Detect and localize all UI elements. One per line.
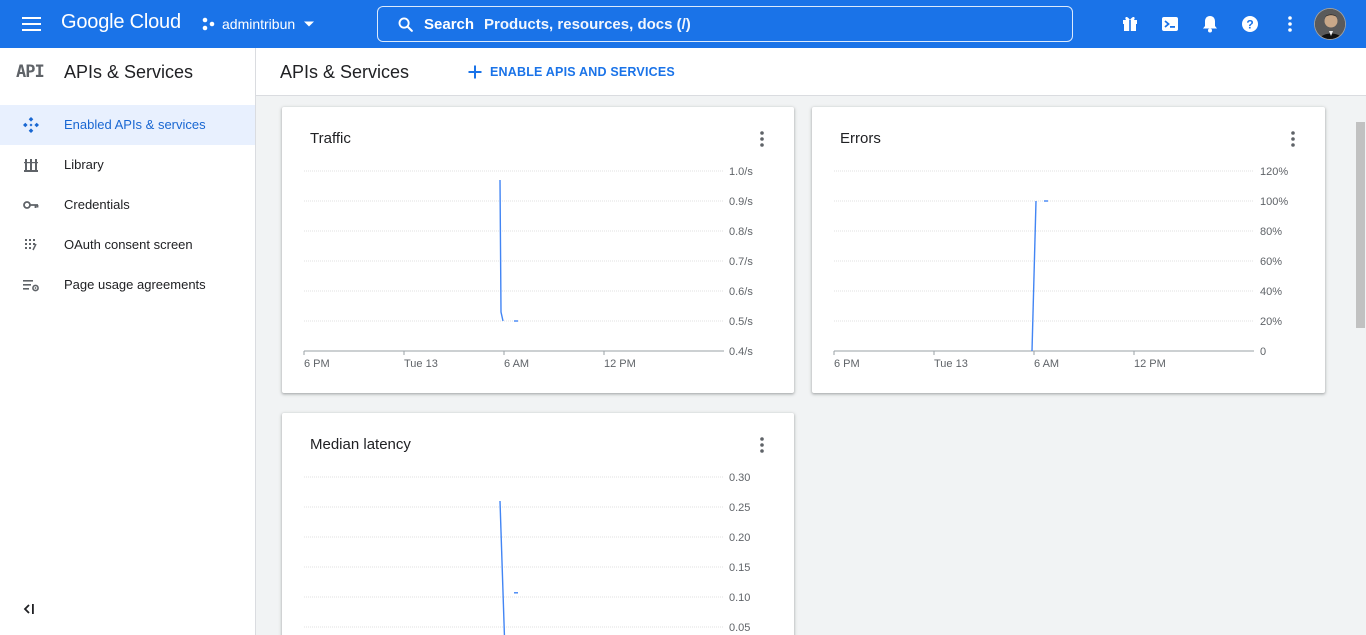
more-vert-icon[interactable] (1278, 12, 1302, 36)
y-tick-label: 0.8/s (729, 226, 753, 238)
scrollbar-thumb[interactable] (1356, 122, 1365, 328)
y-tick-label: 100% (1260, 196, 1288, 208)
x-tick-label: Tue 13 (404, 358, 438, 370)
hamburger-line (22, 17, 41, 19)
consent-dots-icon (22, 236, 40, 254)
y-tick-label: 0.6/s (729, 286, 753, 298)
x-tick-label: 6 PM (834, 358, 860, 370)
enable-apis-button[interactable]: ENABLE APIS AND SERVICES (468, 60, 675, 84)
api-logo-icon: API (16, 62, 45, 82)
y-tick-label: 0.20 (729, 532, 750, 544)
series-line (1031, 200, 1037, 352)
sidebar-header: API APIs & Services (0, 48, 255, 96)
sidebar-title: APIs & Services (64, 62, 194, 82)
google-cloud-logo[interactable]: Google Cloud (61, 11, 181, 34)
median-latency-chart-card: Median latency 0.05 0.10 0.15 0.20 0.25 0.30 (282, 413, 794, 635)
y-tick-label: 80% (1260, 226, 1282, 238)
nav-list: Enabled APIs & services Library Credenti… (0, 105, 255, 305)
search-placeholder: Products, resources, docs (/) (484, 15, 691, 33)
page-title: APIs & Services (280, 62, 410, 82)
cloud-shell-icon[interactable] (1158, 12, 1182, 36)
nav-label: Credentials (64, 197, 130, 212)
y-tick-label: 0.10 (729, 592, 750, 604)
nav-item-page-usage[interactable]: Page usage agreements (0, 265, 255, 305)
x-tick-label: 6 AM (504, 358, 529, 370)
y-tick-label: 20% (1260, 316, 1282, 328)
nav-label: Enabled APIs & services (64, 117, 206, 132)
nav-item-credentials[interactable]: Credentials (0, 185, 255, 225)
y-tick-label: 0.25 (729, 502, 750, 514)
median-latency-chart: 0.05 0.10 0.15 0.20 0.25 0.30 (304, 472, 750, 635)
key-icon (22, 196, 40, 214)
add-icon (468, 65, 482, 79)
y-tick-label: 120% (1260, 166, 1288, 178)
user-photo-icon (1315, 9, 1345, 39)
y-tick-label: 40% (1260, 286, 1282, 298)
errors-chart: 0 20% 40% 60% 80% 100% 120% 6 PM Tue 13 6 AM 12 PM (833, 166, 1288, 370)
project-nodes-icon (202, 17, 215, 31)
collapse-left-icon (23, 604, 34, 614)
hamburger-line (22, 23, 41, 25)
nav-label: OAuth consent screen (64, 237, 193, 252)
library-icon (22, 156, 40, 174)
page-header: APIs & Services ENABLE APIS AND SERVICES (256, 48, 1366, 96)
errors-chart-card: Errors 0 20% 40% 60% 80% 100% 120% 6 PM Tue 13 6 … (812, 107, 1325, 393)
y-tick-label: 0.30 (729, 472, 750, 484)
main-menu-button[interactable] (20, 12, 44, 36)
notifications-bell-icon[interactable] (1198, 12, 1222, 36)
help-icon[interactable]: ? (1238, 12, 1262, 36)
y-tick-label: 0.4/s (729, 346, 753, 358)
gift-icon[interactable] (1118, 12, 1142, 36)
nav-label: Library (64, 157, 104, 172)
x-tick-label: 12 PM (1134, 358, 1166, 370)
top-app-bar: Google Cloud admintribun Search Products… (0, 0, 1366, 48)
y-tick-label: 0.05 (729, 622, 750, 634)
series-line (499, 500, 506, 635)
chevron-down-icon (304, 21, 315, 27)
search-icon (398, 17, 413, 32)
project-name: admintribun (222, 16, 296, 32)
list-settings-icon (22, 276, 40, 294)
project-picker[interactable]: admintribun (201, 13, 315, 35)
y-tick-label: 0.15 (729, 562, 750, 574)
nav-item-oauth-consent[interactable]: OAuth consent screen (0, 225, 255, 265)
left-nav: API APIs & Services Enabled APIs & servi… (0, 48, 256, 635)
x-tick-label: 6 AM (1034, 358, 1059, 370)
collapse-nav-button[interactable] (22, 602, 42, 618)
nav-item-library[interactable]: Library (0, 145, 255, 185)
diamond-nodes-icon (22, 116, 40, 134)
y-tick-label: 0.5/s (729, 316, 753, 328)
y-tick-label: 1.0/s (729, 166, 753, 178)
y-tick-label: 0.9/s (729, 196, 753, 208)
hamburger-line (22, 29, 41, 31)
y-tick-label: 0.7/s (729, 256, 753, 268)
nav-label: Page usage agreements (64, 277, 206, 292)
search-keyword: Search (424, 15, 475, 33)
account-avatar[interactable] (1314, 8, 1346, 40)
traffic-chart: 0.4/s 0.5/s 0.6/s 0.7/s 0.8/s 0.9/s 1.0/s 6 PM T… (303, 166, 753, 370)
enable-apis-label: ENABLE APIS AND SERVICES (490, 65, 675, 79)
search-bar[interactable]: Search Products, resources, docs (/) (377, 6, 1073, 42)
x-tick-label: 6 PM (304, 358, 330, 370)
svg-text:?: ? (1246, 17, 1253, 31)
x-tick-label: Tue 13 (934, 358, 968, 370)
nav-item-enabled-apis[interactable]: Enabled APIs & services (0, 105, 255, 145)
traffic-chart-card: Traffic 0.4/s 0.5/s 0.6/s 0.7/s 0.8/s 0.9/s 1.… (282, 107, 794, 393)
y-tick-label: 60% (1260, 256, 1282, 268)
x-tick-label: 12 PM (604, 358, 636, 370)
y-tick-label: 0 (1260, 346, 1266, 358)
